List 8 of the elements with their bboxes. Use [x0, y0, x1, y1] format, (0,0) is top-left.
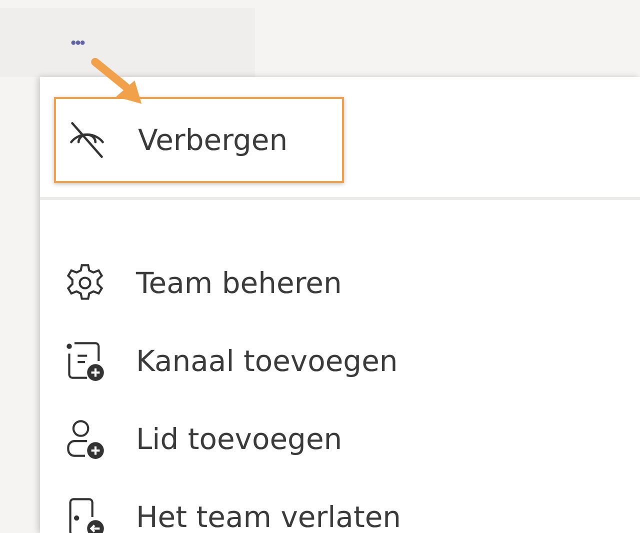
menu-item[interactable]: Team beheren — [40, 244, 640, 322]
list-plus-icon — [64, 340, 106, 382]
menu-item[interactable]: Lid toevoegen — [40, 400, 640, 478]
menu-item[interactable]: Verbergen — [54, 97, 344, 183]
more-options-button[interactable]: ••• — [70, 36, 84, 52]
menu-item[interactable]: Het team verlaten — [40, 478, 640, 533]
menu-item[interactable]: Kanaal toevoegen — [40, 322, 640, 400]
person-plus-icon — [64, 418, 106, 460]
